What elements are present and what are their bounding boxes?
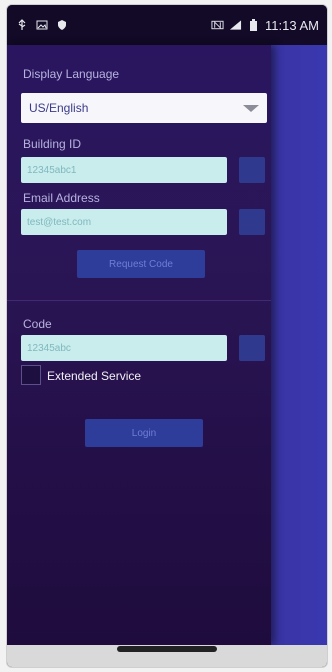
divider — [7, 300, 271, 301]
home-indicator[interactable] — [117, 646, 217, 652]
image-icon — [35, 19, 48, 32]
email-address-value: test@test.com — [27, 216, 92, 228]
request-code-label: Request Code — [109, 258, 173, 270]
settings-drawer: Display Language US/English Building ID … — [7, 45, 271, 645]
language-select-value: US/English — [29, 101, 89, 115]
status-time: 11:13 AM — [265, 17, 319, 33]
code-label: Code — [23, 317, 52, 331]
nfc-icon — [211, 19, 224, 32]
email-address-input[interactable]: test@test.com — [21, 209, 227, 235]
email-address-label: Email Address — [23, 191, 100, 205]
status-bar: 11:13 AM — [7, 5, 327, 45]
building-id-action-button[interactable] — [239, 157, 265, 183]
code-action-button[interactable] — [239, 335, 265, 361]
device-frame: 11:13 AM Display Language US/English Bui… — [6, 4, 328, 668]
display-language-label: Display Language — [23, 67, 120, 81]
login-label: Login — [131, 427, 157, 439]
building-id-label: Building ID — [23, 137, 82, 151]
code-input[interactable]: 12345abc — [21, 335, 227, 361]
chevron-down-icon — [243, 104, 259, 112]
extended-service-checkbox[interactable] — [21, 365, 41, 385]
building-id-value: 12345abc1 — [27, 164, 77, 176]
request-code-button[interactable]: Request Code — [77, 250, 205, 278]
status-right: 11:13 AM — [211, 18, 319, 33]
signal-icon — [229, 19, 242, 32]
building-id-input[interactable]: 12345abc1 — [21, 157, 227, 183]
extended-service-label: Extended Service — [47, 369, 142, 383]
code-value: 12345abc — [27, 342, 71, 354]
battery-icon — [247, 18, 260, 32]
login-button[interactable]: Login — [85, 419, 203, 447]
status-left-icons — [15, 19, 68, 32]
usb-icon — [15, 19, 28, 32]
email-action-button[interactable] — [239, 209, 265, 235]
language-select[interactable]: US/English — [21, 93, 267, 123]
shield-icon — [55, 19, 68, 32]
